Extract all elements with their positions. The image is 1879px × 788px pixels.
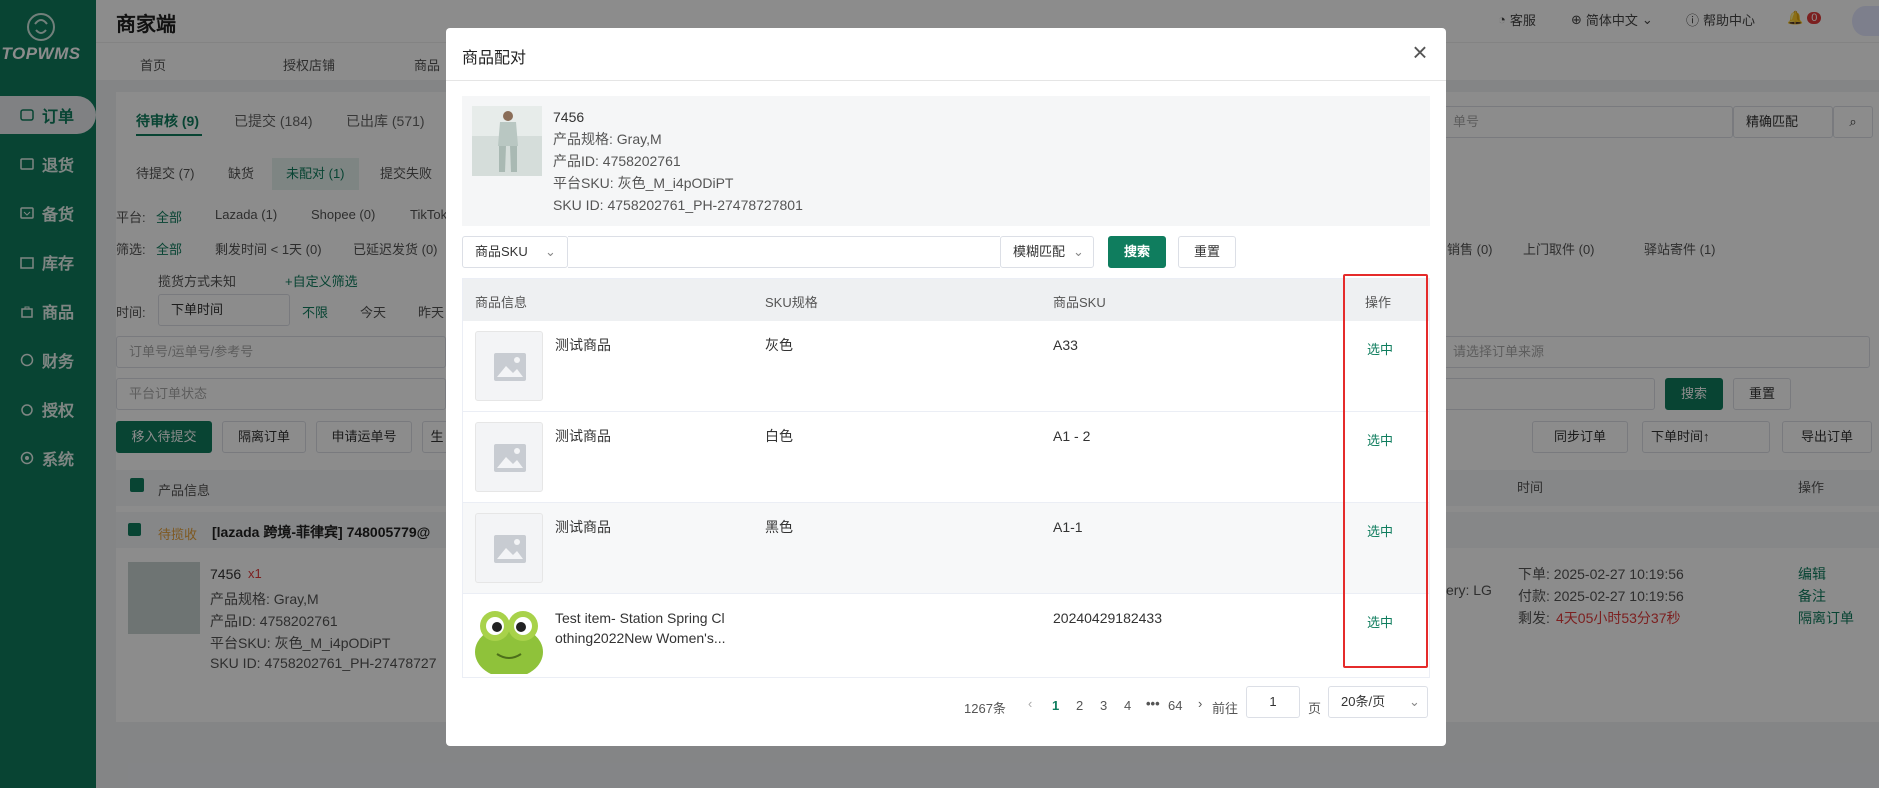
sku-search-input[interactable] <box>568 236 1000 268</box>
frog-product-image <box>475 604 543 674</box>
modal-reset-button[interactable]: 重置 <box>1178 236 1236 268</box>
match-mode-label: 模糊匹配 <box>1013 244 1066 259</box>
chevron-down-icon: ⌄ <box>545 244 556 259</box>
row-product-name: 测试商品 <box>555 519 611 535</box>
chevron-down-icon: ⌄ <box>1073 244 1084 259</box>
modal-title: 商品配对 <box>462 50 527 67</box>
source-product-panel: 7456 产品规格: Gray,M 产品ID: 4758202761 平台SKU… <box>462 96 1430 226</box>
row-product-name: 测试商品 <box>555 337 611 353</box>
sku-result-table: 商品信息 SKU规格 商品SKU 操作 测试商品 灰色 A33 选中 测试商品 … <box>462 278 1430 678</box>
more-pages-icon[interactable]: ••• <box>1146 696 1160 711</box>
modal-divider <box>446 80 1446 81</box>
page-size-label: 20条/页 <box>1341 694 1386 709</box>
col-product-sku: 商品SKU <box>1053 295 1106 310</box>
product-spec: 产品规格: Gray,M <box>553 131 662 147</box>
col-product-info: 商品信息 <box>475 295 528 310</box>
product-pairing-modal: 商品配对 × 7456 产品规格: Gray,M 产品ID: 475820276… <box>446 28 1446 746</box>
table-header: 商品信息 SKU规格 商品SKU 操作 <box>463 279 1429 321</box>
page-size-select[interactable]: 20条/页 ⌄ <box>1328 686 1428 718</box>
page-4[interactable]: 4 <box>1124 698 1131 713</box>
row-product-sku: A33 <box>1053 337 1078 353</box>
row-sku-spec: 白色 <box>765 428 793 444</box>
row-sku-spec: 灰色 <box>765 337 793 353</box>
page-2[interactable]: 2 <box>1076 698 1083 713</box>
page-unit-label: 页 <box>1308 701 1322 716</box>
page-3[interactable]: 3 <box>1100 698 1107 713</box>
product-id: 产品ID: 4758202761 <box>553 153 681 169</box>
product-details: 7456 产品规格: Gray,M 产品ID: 4758202761 平台SKU… <box>553 106 803 216</box>
table-row: 测试商品 灰色 A33 选中 <box>463 321 1429 412</box>
platform-sku: 平台SKU: 灰色_M_i4pODiPT <box>553 175 734 191</box>
prev-page-icon[interactable]: ‹ <box>1028 696 1032 711</box>
chevron-down-icon: ⌄ <box>1409 694 1420 709</box>
sku-id: SKU ID: 4758202761_PH-27478727801 <box>553 197 803 213</box>
page-1[interactable]: 1 <box>1052 698 1059 713</box>
action-column-highlight <box>1343 274 1428 668</box>
col-sku-spec: SKU规格 <box>765 295 818 310</box>
goto-label: 前往 <box>1212 701 1239 716</box>
table-row: 测试商品 白色 A1 - 2 选中 <box>463 412 1429 503</box>
row-product-sku: 20240429182433 <box>1053 610 1163 626</box>
placeholder-image-icon <box>475 331 543 401</box>
row-product-name: Test item- Station Spring Cl othing2022N… <box>555 610 726 646</box>
goto-page-input[interactable]: 1 <box>1246 686 1300 718</box>
next-page-icon[interactable]: › <box>1198 696 1202 711</box>
search-field-label: 商品SKU <box>475 244 528 259</box>
page-64[interactable]: 64 <box>1168 698 1182 713</box>
placeholder-image-icon <box>475 422 543 492</box>
modal-search-button[interactable]: 搜索 <box>1108 236 1166 268</box>
placeholder-image-icon <box>475 513 543 583</box>
match-mode-select[interactable]: 模糊匹配 ⌄ <box>1000 236 1094 268</box>
close-icon[interactable]: × <box>1410 39 1430 65</box>
row-product-sku: A1 - 2 <box>1053 428 1091 444</box>
product-image <box>472 106 542 176</box>
table-row: Test item- Station Spring Cl othing2022N… <box>463 594 1429 677</box>
search-field-select[interactable]: 商品SKU ⌄ <box>462 236 568 268</box>
row-sku-spec: 黑色 <box>765 519 793 535</box>
table-row: 测试商品 黑色 A1-1 选中 <box>463 503 1429 594</box>
product-name: 7456 <box>553 109 585 125</box>
pagination-total: 1267条 <box>964 701 1006 716</box>
row-product-sku: A1-1 <box>1053 519 1083 535</box>
row-product-name: 测试商品 <box>555 428 611 444</box>
